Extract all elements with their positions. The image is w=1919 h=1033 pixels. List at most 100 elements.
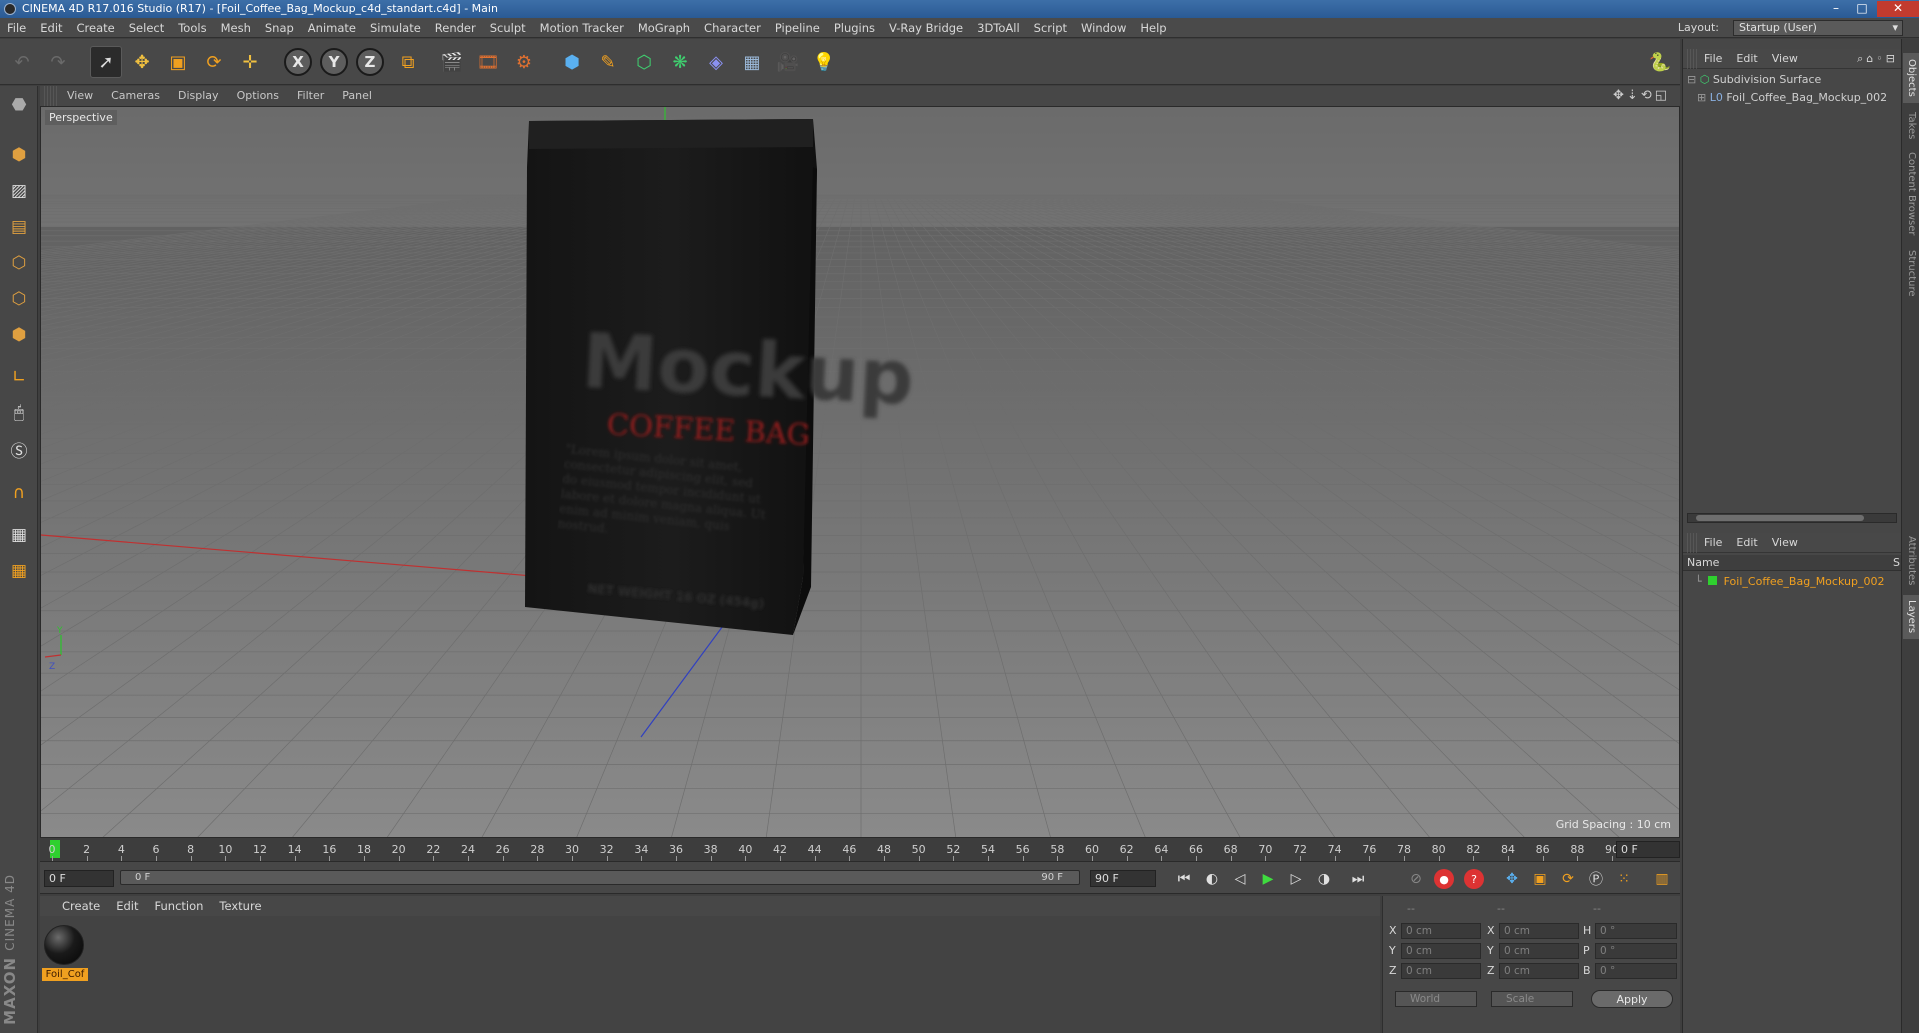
subdivision-surface-icon[interactable]: ⬡: [628, 46, 660, 78]
make-editable-icon[interactable]: ⬣: [3, 90, 35, 120]
polygons-mode-icon[interactable]: ⬢: [3, 320, 35, 350]
size-mode-dropdown[interactable]: Scale: [1491, 991, 1573, 1007]
layers-menu-edit[interactable]: Edit: [1729, 533, 1764, 553]
x-axis-lock-button[interactable]: X: [284, 48, 312, 76]
apply-button[interactable]: Apply: [1591, 990, 1673, 1008]
z-axis-lock-button[interactable]: Z: [356, 48, 384, 76]
menu-window[interactable]: Window: [1074, 18, 1133, 38]
layer-color-swatch[interactable]: [1708, 576, 1718, 585]
timeline-window-icon[interactable]: ▥: [1650, 867, 1674, 891]
cloner-icon[interactable]: ❋: [664, 46, 696, 78]
objects-menu-view[interactable]: View: [1765, 49, 1805, 69]
viewport-menu-display[interactable]: Display: [169, 86, 228, 106]
layers-menu-file[interactable]: File: [1697, 533, 1729, 553]
menu-mesh[interactable]: Mesh: [214, 18, 258, 38]
expand-icon[interactable]: ⊟: [1687, 73, 1696, 86]
pos-y-field[interactable]: 0 cm: [1401, 943, 1481, 959]
go-to-start-icon[interactable]: ⏮: [1172, 867, 1196, 891]
select-arrow-icon[interactable]: ➚: [90, 46, 122, 78]
objects-horizontal-scrollbar[interactable]: [1687, 513, 1897, 523]
layout-dropdown[interactable]: Startup (User) ▾: [1733, 20, 1903, 36]
menu-3dtoall[interactable]: 3DToAll: [970, 18, 1027, 38]
object-row-coffee-bag[interactable]: ⊞ L0 Foil_Coffee_Bag_Mockup_002: [1683, 89, 1902, 107]
size-x-field[interactable]: 0 cm: [1499, 923, 1579, 939]
grid-snap-icon[interactable]: ▦: [3, 556, 35, 586]
y-axis-lock-button[interactable]: Y: [320, 48, 348, 76]
object-row-subdivision-surface[interactable]: ⊟ ⬡ Subdivision Surface: [1683, 71, 1902, 89]
viewport-camera-label[interactable]: Perspective: [45, 110, 117, 125]
menu-select[interactable]: Select: [122, 18, 171, 38]
menu-script[interactable]: Script: [1027, 18, 1074, 38]
next-frame-icon[interactable]: ▷: [1284, 867, 1308, 891]
pen-spline-icon[interactable]: ✎: [592, 46, 624, 78]
pos-x-field[interactable]: 0 cm: [1401, 923, 1481, 939]
edges-mode-icon[interactable]: ⬡: [3, 284, 35, 314]
layer-row-coffee-bag[interactable]: └ Foil_Coffee_Bag_Mockup_002: [1683, 573, 1902, 591]
autokeying-icon[interactable]: ?: [1464, 869, 1484, 889]
menu-render[interactable]: Render: [428, 18, 483, 38]
play-icon[interactable]: ▶: [1256, 867, 1280, 891]
go-to-end-icon[interactable]: ⏭: [1346, 867, 1370, 891]
rot-b-field[interactable]: 0 °: [1595, 963, 1677, 979]
menu-character[interactable]: Character: [697, 18, 768, 38]
camera-icon[interactable]: 🎥: [772, 46, 804, 78]
panel-gripper[interactable]: [44, 86, 58, 106]
current-frame-field[interactable]: 0 F: [1616, 841, 1680, 858]
material-menu-create[interactable]: Create: [40, 896, 108, 916]
menu-create[interactable]: Create: [70, 18, 122, 38]
workplane-mode-icon[interactable]: ▤: [3, 212, 35, 242]
solo-mode-icon[interactable]: Ⓢ: [3, 434, 35, 464]
cube-primitive-icon[interactable]: ⬢: [556, 46, 588, 78]
points-mode-icon[interactable]: ⬡: [3, 248, 35, 278]
material-preview-swatch[interactable]: [44, 925, 84, 965]
key-pla-icon[interactable]: ⁙: [1612, 867, 1636, 891]
timeline-ruler[interactable]: 0 2 4 6 8 10 12 14 16 18 20 22 24 26 28 30 32 34 36 38 40 42 4…: [40, 838, 1680, 862]
preview-range-slider[interactable]: 0 F 90 F: [120, 870, 1080, 885]
material-menu-function[interactable]: Function: [147, 896, 212, 916]
viewport-menu-options[interactable]: Options: [228, 86, 288, 106]
size-y-field[interactable]: 0 cm: [1499, 943, 1579, 959]
objects-menu-edit[interactable]: Edit: [1729, 49, 1764, 69]
workplane-lock-icon[interactable]: ▦: [3, 520, 35, 550]
tab-takes[interactable]: Takes: [1903, 107, 1919, 145]
redo-icon[interactable]: ↷: [42, 46, 74, 78]
floor-icon[interactable]: ▦: [736, 46, 768, 78]
snap-magnet-icon[interactable]: ∩: [3, 478, 35, 508]
pos-z-field[interactable]: 0 cm: [1401, 963, 1481, 979]
start-frame-field[interactable]: 0 F: [44, 870, 114, 887]
deformer-icon[interactable]: ◈: [700, 46, 732, 78]
viewport-menu-cameras[interactable]: Cameras: [102, 86, 169, 106]
panel-gripper[interactable]: [1687, 49, 1697, 69]
close-button[interactable]: ✕: [1877, 1, 1919, 17]
coordinate-space-dropdown[interactable]: World: [1395, 991, 1477, 1007]
menu-mograph[interactable]: MoGraph: [631, 18, 697, 38]
record-active-objects-icon[interactable]: ●: [1434, 869, 1454, 889]
texture-mode-icon[interactable]: ▨: [3, 176, 35, 206]
axis-mode-icon[interactable]: ∟: [3, 362, 35, 392]
scrollbar-thumb[interactable]: [1696, 515, 1864, 521]
keyframe-selection-icon[interactable]: ⊘: [1404, 867, 1428, 891]
menu-plugins[interactable]: Plugins: [827, 18, 882, 38]
viewport-navigation-icons[interactable]: ✥⇣⟲◱: [1613, 86, 1670, 106]
menu-vray-bridge[interactable]: V-Ray Bridge: [882, 18, 970, 38]
rot-p-field[interactable]: 0 °: [1595, 943, 1677, 959]
rotate-tool-icon[interactable]: ⟳: [198, 46, 230, 78]
tweak-mode-icon[interactable]: 🖱: [3, 398, 35, 428]
search-icon[interactable]: ⌕⌂◦⊟: [1853, 49, 1902, 69]
size-z-field[interactable]: 0 cm: [1499, 963, 1579, 979]
render-view-icon[interactable]: 🎬: [436, 46, 468, 78]
maximize-button[interactable]: □: [1849, 1, 1875, 17]
expand-icon[interactable]: ⊞: [1697, 91, 1706, 104]
viewport-menu-view[interactable]: View: [58, 86, 102, 106]
rot-h-field[interactable]: 0 °: [1595, 923, 1677, 939]
light-icon[interactable]: 💡: [808, 46, 840, 78]
menu-motion-tracker[interactable]: Motion Tracker: [533, 18, 631, 38]
python-icon[interactable]: 🐍: [1644, 46, 1676, 78]
key-parameter-icon[interactable]: Ⓟ: [1584, 867, 1608, 891]
minimize-button[interactable]: –: [1823, 1, 1849, 17]
key-position-icon[interactable]: ✥: [1500, 867, 1524, 891]
objects-menu-file[interactable]: File: [1697, 49, 1729, 69]
menu-animate[interactable]: Animate: [301, 18, 363, 38]
material-name-label[interactable]: Foil_Cof: [42, 968, 88, 981]
tab-layers[interactable]: Layers: [1903, 595, 1919, 639]
